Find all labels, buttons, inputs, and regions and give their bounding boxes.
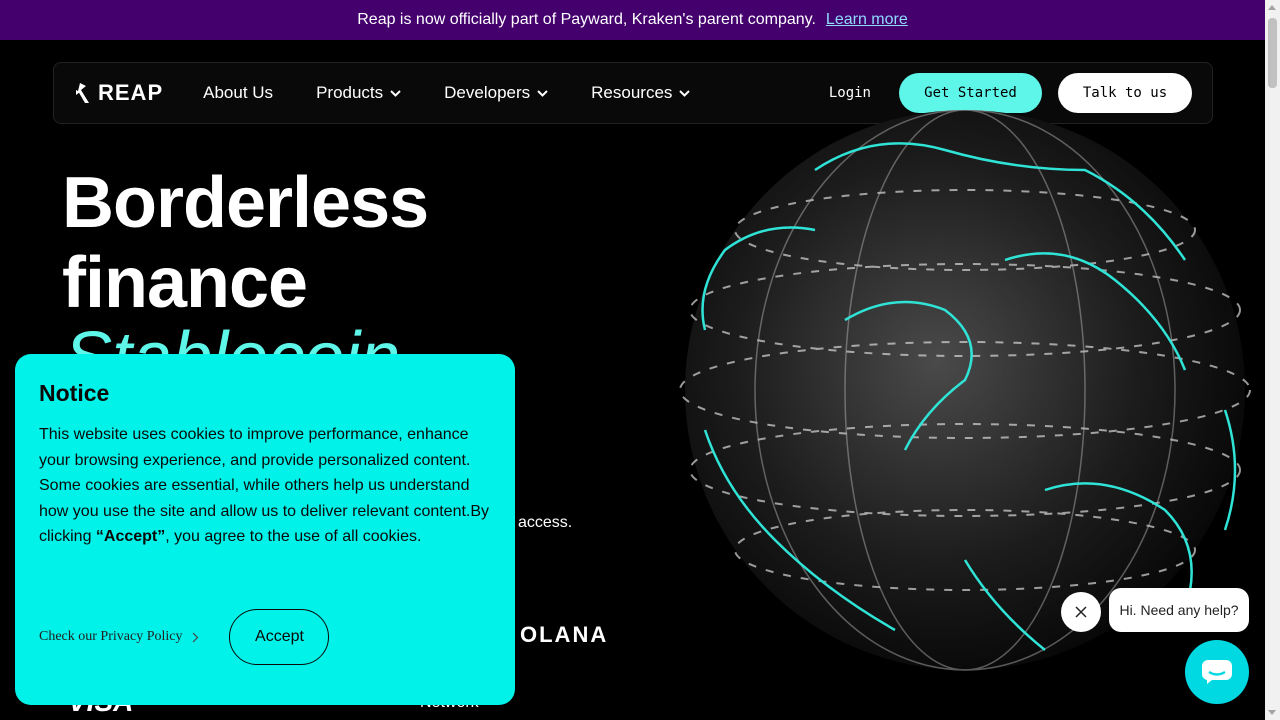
partner-solana-logo: OLANA: [520, 622, 609, 647]
chat-launcher-button[interactable]: [1185, 640, 1249, 704]
chevron-down-icon: [537, 89, 548, 97]
nav-developers-label: Developers: [444, 83, 531, 102]
scrollbar-thumb[interactable]: [1268, 18, 1277, 88]
nav-resources-label: Resources: [591, 83, 673, 102]
nav-about-us[interactable]: About Us: [203, 83, 273, 103]
chevron-right-icon: [193, 632, 199, 642]
privacy-policy-link[interactable]: Check our Privacy Policy: [39, 629, 199, 645]
hero-heading: Borderless finance: [62, 163, 429, 323]
accept-cookies-button[interactable]: Accept: [229, 609, 330, 665]
chat-greeting-bubble[interactable]: Hi. Need any help?: [1109, 588, 1249, 632]
hero-line-2: finance: [62, 243, 308, 323]
announcement-text: Reap is now officially part of Payward, …: [357, 11, 816, 28]
nav-products[interactable]: Products: [316, 83, 401, 103]
reap-logo[interactable]: REAP: [74, 80, 163, 106]
logo-wordmark: REAP: [98, 80, 164, 105]
cookie-actions: Check our Privacy Policy Accept: [39, 609, 330, 665]
chevron-down-icon: [390, 89, 401, 97]
privacy-policy-label: Check our Privacy Policy: [39, 629, 183, 644]
close-icon: [1075, 606, 1087, 618]
cookie-notice-title: Notice: [39, 380, 110, 406]
chat-close-button[interactable]: [1061, 592, 1101, 632]
cookie-notice: Notice This website uses cookies to impr…: [15, 354, 515, 705]
nav-resources[interactable]: Resources: [591, 83, 691, 103]
cookie-notice-body: This website uses cookies to improve per…: [39, 422, 491, 550]
cookie-body-text-end: , you agree to the use of all cookies.: [165, 528, 422, 545]
reap-logo-icon: [76, 83, 89, 103]
scroll-up-icon[interactable]: [1268, 5, 1276, 10]
talk-to-us-button[interactable]: Talk to us: [1058, 73, 1192, 113]
get-started-button[interactable]: Get Started: [899, 73, 1042, 113]
chat-icon: [1202, 660, 1232, 684]
nav-products-label: Products: [316, 83, 384, 102]
announcement-bar: Reap is now officially part of Payward, …: [0, 0, 1265, 40]
nav-about-us-label: About Us: [203, 83, 274, 102]
hero-subtitle: access.: [518, 514, 573, 531]
nav-actions: Login Get Started Talk to us: [829, 73, 1192, 113]
nav-developers[interactable]: Developers: [444, 83, 548, 103]
login-link[interactable]: Login: [829, 85, 871, 101]
chevron-down-icon: [679, 89, 691, 97]
cookie-body-accept-word: “Accept”: [95, 528, 166, 545]
learn-more-link[interactable]: Learn more: [826, 11, 908, 29]
hero-line-1: Borderless: [62, 163, 429, 243]
page-scrollbar[interactable]: [1265, 0, 1280, 720]
scroll-down-icon[interactable]: [1268, 710, 1276, 715]
